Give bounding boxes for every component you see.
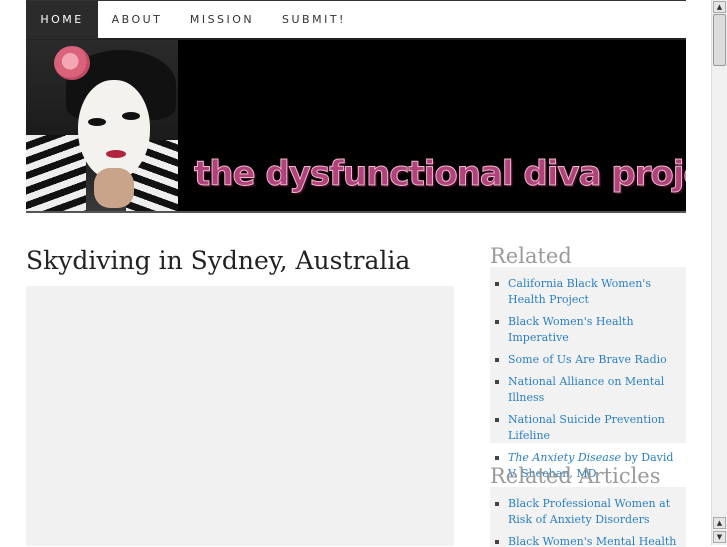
list-item[interactable]: National Alliance on Mental Illness: [495, 374, 678, 406]
resource-link[interactable]: National Suicide Prevention Lifeline: [508, 413, 665, 442]
list-item[interactable]: National Suicide Prevention Lifeline: [495, 412, 678, 444]
nav-about[interactable]: ABOUT: [102, 1, 172, 39]
article-link[interactable]: Black Professional Women at Risk of Anxi…: [508, 497, 670, 526]
top-nav: HOME ABOUT MISSION SUBMIT!: [26, 0, 686, 40]
post-title[interactable]: Skydiving in Sydney, Australia: [26, 246, 410, 275]
article-link[interactable]: Black Women's Mental Health: [508, 535, 676, 547]
list-item[interactable]: California Black Women's Health Project: [495, 276, 678, 308]
related-articles-list: Black Professional Women at Risk of Anxi…: [490, 487, 686, 547]
resource-link[interactable]: National Alliance on Mental Illness: [508, 375, 664, 404]
resource-link[interactable]: Black Women's Health Imperative: [508, 315, 634, 344]
resource-link[interactable]: California Black Women's Health Project: [508, 277, 651, 306]
page: HOME ABOUT MISSION SUBMIT! the dysfuncti…: [26, 0, 686, 547]
list-item[interactable]: Black Women's Health Imperative: [495, 314, 678, 346]
resource-link[interactable]: Some of Us Are Brave Radio: [508, 353, 667, 366]
nav-submit[interactable]: SUBMIT!: [272, 1, 356, 39]
list-item[interactable]: Some of Us Are Brave Radio: [495, 352, 678, 368]
scroll-up-arrow-icon[interactable]: ▲: [713, 517, 726, 529]
nav-home[interactable]: HOME: [26, 1, 98, 39]
scroll-down-arrow-icon[interactable]: ▼: [713, 531, 726, 543]
header-banner[interactable]: the dysfunctional diva project: [26, 40, 686, 213]
book-title[interactable]: The Anxiety Disease: [508, 451, 621, 464]
scroll-up-arrow-icon[interactable]: ▲: [713, 1, 726, 13]
list-item[interactable]: Black Professional Women at Risk of Anxi…: [495, 496, 678, 528]
related-articles-title: Related Articles: [490, 464, 661, 488]
mime-portrait-image: [26, 40, 178, 211]
nav-mission[interactable]: MISSION: [178, 1, 266, 39]
post-media-placeholder[interactable]: [26, 286, 454, 546]
page-scrollbar[interactable]: ▲ ▲ ▼: [711, 0, 727, 545]
site-title-logo: the dysfunctional diva project: [194, 154, 687, 195]
rose-decoration: [54, 46, 90, 80]
list-item[interactable]: Black Women's Mental Health: [495, 534, 678, 547]
related-resources-list: California Black Women's Health Project …: [490, 267, 686, 480]
scroll-thumb[interactable]: [713, 14, 726, 66]
